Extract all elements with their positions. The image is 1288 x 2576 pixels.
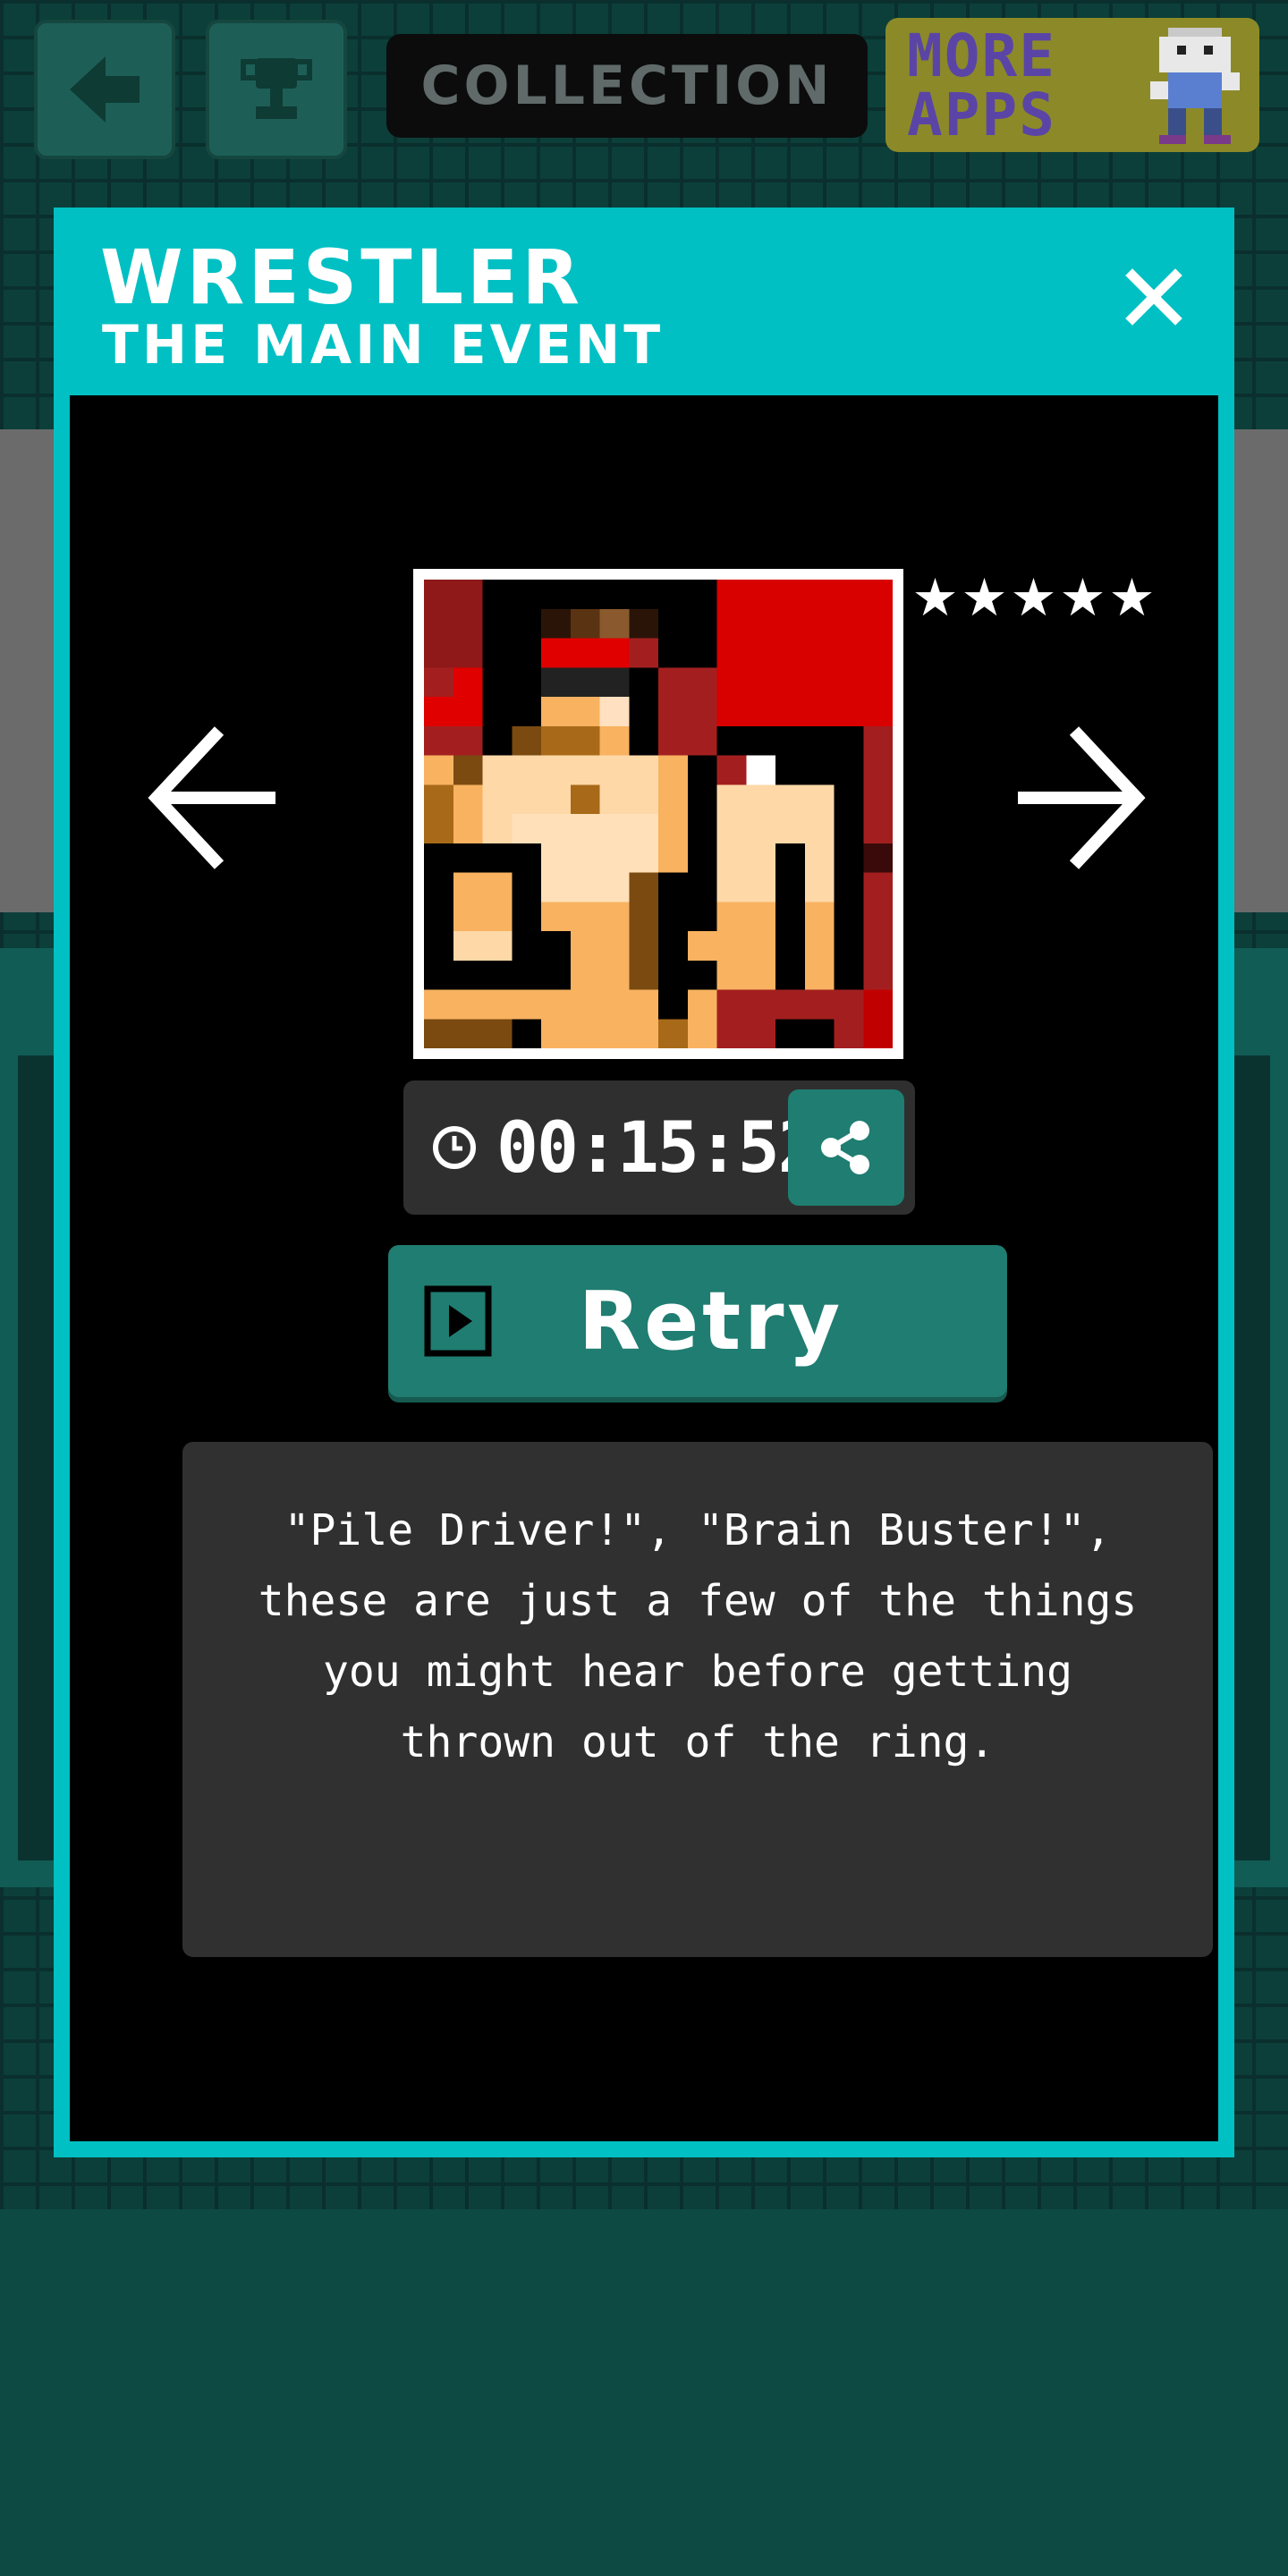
collection-label: COLLECTION	[420, 55, 834, 117]
star-icon: ★	[1108, 567, 1156, 628]
wrestler-pixel-art	[424, 580, 893, 1048]
star-icon: ★	[911, 567, 959, 628]
stage-description-panel: "Pile Driver!", "Brain Buster!", these a…	[182, 1442, 1213, 1957]
share-icon	[821, 1121, 869, 1174]
trophy-button[interactable]	[206, 20, 347, 159]
game-screen: COLLECTION MORE APPS WRESTLER THE MAIN E…	[0, 0, 1288, 2576]
stage-title: WRESTLER	[100, 233, 584, 321]
clear-time: 00:15:52	[496, 1108, 820, 1189]
next-stage-button[interactable]	[1009, 717, 1152, 878]
more-apps-label: MORE APPS	[907, 21, 1056, 149]
star-icon: ★	[1010, 567, 1057, 628]
back-button[interactable]	[34, 20, 175, 159]
arrow-right-icon	[1018, 726, 1146, 869]
star-icon: ★	[1059, 567, 1106, 628]
star-icon: ★	[961, 567, 1008, 628]
modal-header: WRESTLER THE MAIN EVENT	[54, 208, 1234, 395]
stage-description: "Pile Driver!", "Brain Buster!", these a…	[258, 1505, 1138, 1767]
arrow-left-icon	[148, 726, 275, 869]
close-icon	[1125, 268, 1182, 326]
stage-detail-modal: WRESTLER THE MAIN EVENT ★ ★ ★ ★ ★ 00:15:…	[54, 208, 1234, 2157]
stage-subtitle: THE MAIN EVENT	[102, 314, 665, 377]
retry-button[interactable]: Retry	[388, 1245, 1007, 1397]
retry-label: Retry	[578, 1274, 844, 1368]
more-apps-button[interactable]: MORE APPS	[886, 18, 1259, 152]
back-arrow-icon	[70, 56, 140, 123]
close-button[interactable]	[1109, 252, 1199, 342]
modal-body: ★ ★ ★ ★ ★ 00:15:52 Retry "Pile Driver!",…	[70, 395, 1218, 2141]
trophy-icon	[241, 58, 312, 119]
background-floor	[0, 2209, 1288, 2576]
clear-time-panel: 00:15:52	[403, 1080, 915, 1215]
collection-title: COLLECTION	[386, 34, 868, 138]
previous-stage-button[interactable]	[141, 717, 284, 878]
star-rating: ★ ★ ★ ★ ★	[911, 553, 1179, 642]
clock-icon	[433, 1126, 476, 1169]
stage-artwork	[413, 569, 903, 1059]
mascot-icon	[1150, 28, 1240, 144]
share-button[interactable]	[788, 1089, 904, 1206]
